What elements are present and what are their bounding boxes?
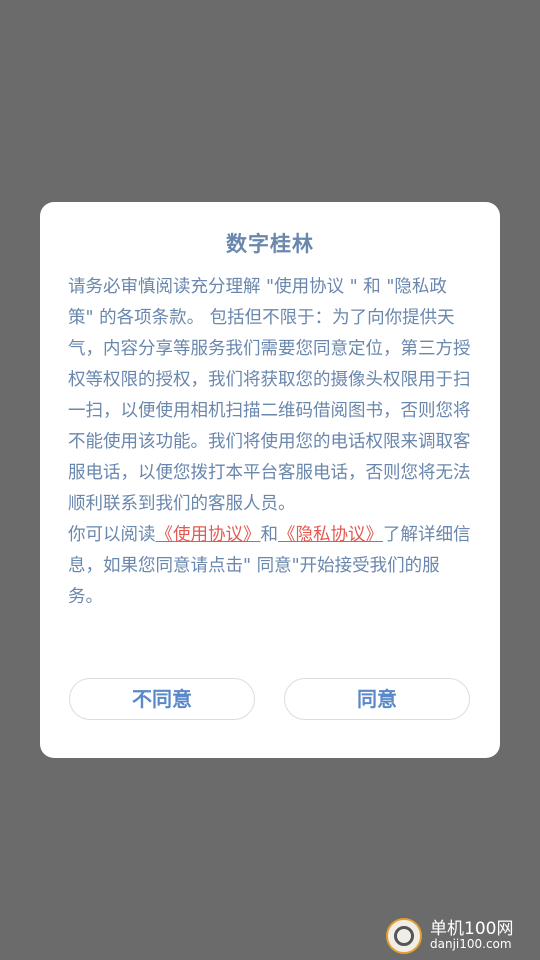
read-prefix: 你可以阅读 — [68, 525, 156, 545]
and-text: 和 — [260, 525, 279, 545]
dialog-title: 数字桂林 — [226, 232, 314, 256]
consent-links-paragraph: 你可以阅读《使用协议》和《隐私协议》了解详细信息，如果您同意请点击" 同意"开始… — [68, 520, 472, 613]
watermark-icon — [386, 918, 422, 954]
watermark-url: danji100.com — [430, 937, 512, 951]
consent-paragraph: 请务必审慎阅读充分理解 "使用协议 " 和 "隐私政策" 的各项条款。 包括但不… — [68, 277, 471, 514]
watermark-logo: 单机100网 danji100.com — [384, 910, 534, 956]
dialog-body: 请务必审慎阅读充分理解 "使用协议 " 和 "隐私政策" 的各项条款。 包括但不… — [68, 272, 472, 613]
watermark-name: 单机100网 — [430, 919, 514, 939]
terms-link[interactable]: 《使用协议》 — [156, 525, 261, 545]
privacy-link[interactable]: 《隐私协议》 — [278, 525, 383, 545]
agree-button[interactable]: 同意 — [284, 678, 470, 720]
disagree-button[interactable]: 不同意 — [69, 678, 255, 720]
